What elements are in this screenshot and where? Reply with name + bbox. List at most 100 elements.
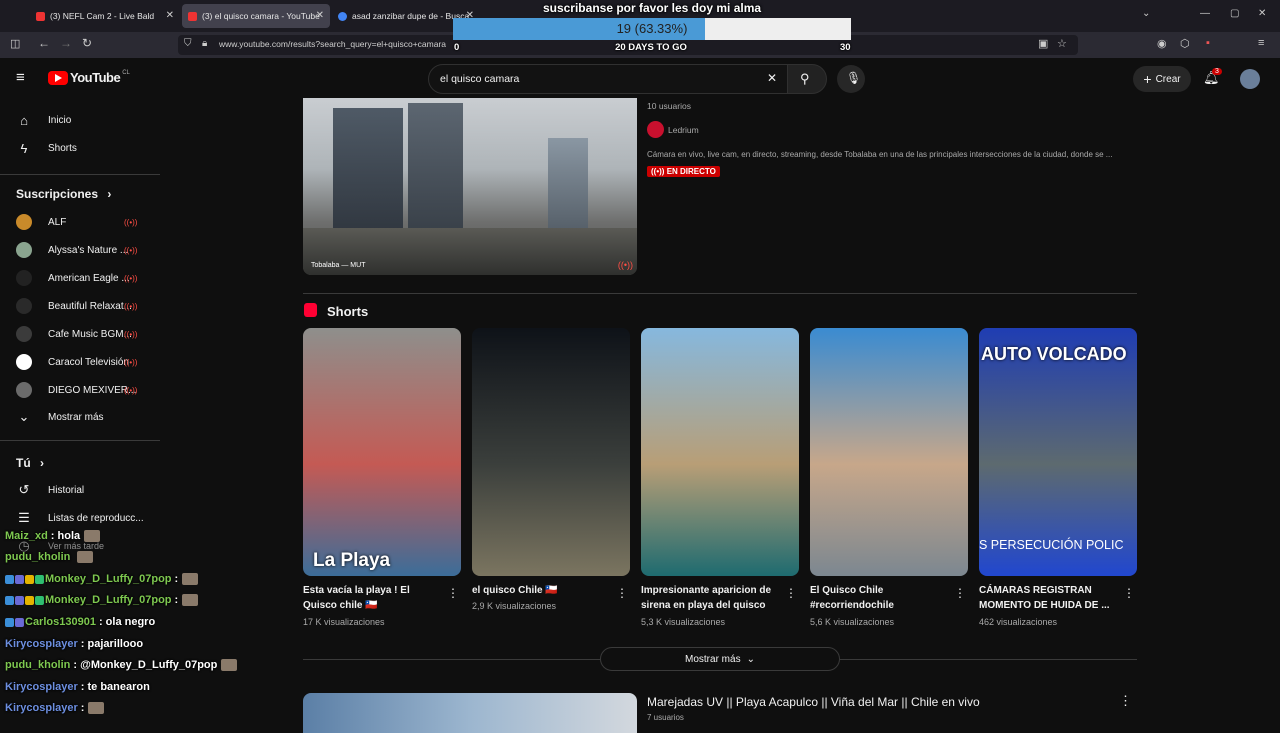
chat-message: Maiz_xd: hola — [5, 530, 101, 543]
sidebar-item-sub[interactable]: American Eagle ... ((•)) — [0, 264, 160, 292]
sidebar-item-inicio[interactable]: ⌂ Inicio — [0, 106, 160, 134]
section-divider — [303, 659, 600, 660]
avatar[interactable] — [1240, 69, 1260, 89]
subscriptions-heading[interactable]: Suscripciones › — [16, 187, 111, 201]
short-views: 17 K visualizaciones — [303, 617, 385, 627]
forward-icon[interactable]: → — [60, 36, 72, 50]
tab-list-icon[interactable]: ⌄ — [1142, 8, 1150, 19]
chat-badge-icon — [35, 595, 44, 605]
sidebar-item-history[interactable]: ↺ Historial — [0, 476, 160, 504]
extension-badge-icon[interactable]: ▪ — [1206, 37, 1210, 49]
more-actions-icon[interactable]: ⋮ — [954, 586, 966, 600]
more-actions-icon[interactable]: ⋮ — [1123, 586, 1135, 600]
next-video-title[interactable]: Marejadas UV || Playa Acapulco || Viña d… — [647, 695, 980, 709]
short-title[interactable]: CÁMARAS REGISTRAN MOMENTO DE HUIDA DE ..… — [979, 583, 1119, 613]
more-actions-icon[interactable]: ⋮ — [447, 586, 459, 600]
live-indicator-icon: ((•)) — [124, 329, 138, 339]
channel-avatar[interactable] — [647, 121, 664, 138]
chevron-right-icon: › — [107, 187, 112, 201]
live-badge-label: EN DIRECTO — [666, 167, 716, 176]
short-views: 462 visualizaciones — [979, 617, 1058, 627]
microphone-icon: 🎙︎ — [846, 71, 862, 85]
search-button[interactable]: ⚲ — [787, 64, 827, 94]
chat-badge-icon — [5, 595, 14, 605]
live-icon: ((•)) — [617, 260, 633, 270]
short-thumbnail[interactable] — [472, 328, 630, 576]
short-thumbnail[interactable] — [810, 328, 968, 576]
short-title[interactable]: el quisco Chile 🇨🇱 — [472, 583, 612, 598]
reader-view-icon[interactable]: ▣ — [1038, 37, 1048, 50]
sidebar-item-sub[interactable]: Beautiful Relaxat... ((•)) — [0, 292, 160, 320]
search-input[interactable]: el quisco camara ✕ — [428, 64, 788, 94]
sidebar-item-sub[interactable]: Alyssa's Nature ... ((•)) — [0, 236, 160, 264]
channel-avatar — [16, 242, 32, 258]
sidebar-item-shorts[interactable]: ϟ Shorts — [0, 134, 160, 162]
sidebar-item-sub[interactable]: DIEGO MEXIVER... ((•)) — [0, 376, 160, 404]
clear-search-icon[interactable]: ✕ — [767, 71, 777, 85]
chat-text: : hola — [50, 530, 81, 542]
channel-avatar — [16, 270, 32, 286]
hamburger-menu-icon[interactable]: ≡ — [16, 69, 25, 86]
create-button[interactable]: + Crear — [1133, 66, 1191, 92]
sidebar-item-playlists[interactable]: ☰ Listas de reproducc... — [0, 504, 160, 532]
sidebar-show-more[interactable]: ⌄ Mostrar más — [0, 403, 160, 431]
extensions-icon[interactable]: ⬡ — [1180, 37, 1190, 50]
top-video-thumbnail[interactable]: Tobalaba — MUT ((•)) — [303, 98, 637, 275]
browser-tab-1[interactable]: (3) NEFL Cam 2 - Live Bald ✕ — [30, 4, 180, 28]
minimize-icon[interactable]: — — [1200, 8, 1210, 19]
maximize-icon[interactable]: ▢ — [1230, 8, 1239, 19]
sidebar-item-label: Inicio — [48, 114, 72, 126]
short-overlay-bottom-text: S PERSECUCIÓN POLIC — [979, 538, 1124, 552]
more-actions-icon[interactable]: ⋮ — [785, 586, 797, 600]
live-indicator-icon: ((•)) — [124, 273, 138, 283]
sidebar-item-label: Beautiful Relaxat... — [48, 300, 132, 312]
short-thumbnail[interactable]: La Playa — [303, 328, 461, 576]
more-actions-icon[interactable]: ⋮ — [1119, 693, 1132, 709]
short-title[interactable]: El Quisco Chile #recorriendochile — [810, 583, 950, 613]
goal-count: 19 (63.33%) — [616, 21, 688, 36]
you-heading[interactable]: Tú › — [16, 456, 44, 470]
short-thumbnail[interactable] — [641, 328, 799, 576]
chat-text: : pajarillooo — [80, 638, 144, 650]
voice-search-button[interactable]: 🎙︎ — [837, 65, 865, 93]
chat-emote-icon — [88, 702, 105, 715]
more-actions-icon[interactable]: ⋮ — [616, 586, 628, 600]
chat-message: Kirycosplayer: — [5, 702, 105, 715]
youtube-logo[interactable]: YouTube CL — [48, 70, 130, 85]
logo-text: YouTube — [70, 70, 121, 85]
top-video-meta: 10 usuarios — [647, 101, 691, 111]
chat-badge-icon — [5, 617, 14, 627]
short-title[interactable]: Impresionante aparicion de sirena en pla… — [641, 583, 781, 613]
reload-icon[interactable]: ↻ — [82, 36, 92, 50]
chat-message: Carlos130901: ola negro — [5, 616, 155, 628]
shield-icon[interactable]: ⛉ — [184, 38, 192, 49]
short-thumbnail[interactable]: AUTO VOLCADO S PERSECUCIÓN POLIC — [979, 328, 1137, 576]
sidebar-item-sub[interactable]: Cafe Music BGM... ((•)) — [0, 320, 160, 348]
chat-text: : ola negro — [98, 616, 156, 628]
show-more-shorts-button[interactable]: Mostrar más ⌄ — [600, 647, 840, 671]
bookmark-star-icon[interactable]: ☆ — [1057, 37, 1067, 50]
chat-username: Kirycosplayer — [5, 681, 78, 693]
chat-text: : te banearon — [80, 681, 150, 693]
sidebar-item-sub[interactable]: Caracol Televisión ((•)) — [0, 348, 160, 376]
home-icon: ⌂ — [20, 112, 28, 128]
short-title[interactable]: Esta vacía la playa ! El Quisco chile 🇨🇱 — [303, 583, 443, 613]
close-tab-icon[interactable]: ✕ — [316, 10, 324, 21]
chat-text: : — [80, 702, 85, 714]
next-video-thumbnail[interactable] — [303, 693, 637, 733]
browser-tab-2[interactable]: (3) el quisco camara - YouTube ✕ — [182, 4, 330, 28]
live-indicator-icon: ((•)) — [124, 217, 138, 227]
chat-username: pudu_kholin — [5, 659, 71, 671]
channel-avatar — [16, 214, 32, 230]
close-tab-icon[interactable]: ✕ — [166, 10, 174, 21]
sidebar-toggle-icon[interactable]: ◫ — [10, 37, 20, 50]
channel-avatar — [16, 382, 32, 398]
back-icon[interactable]: ← — [38, 36, 50, 50]
account-icon[interactable]: ◉ — [1157, 37, 1167, 50]
channel-name[interactable]: Ledrium — [668, 125, 699, 135]
chevron-right-icon: › — [40, 456, 45, 470]
chat-emote-icon — [77, 551, 94, 564]
menu-icon[interactable]: ≡ — [1258, 37, 1264, 49]
close-window-icon[interactable]: ✕ — [1258, 8, 1266, 19]
sidebar-item-sub[interactable]: ALF ((•)) — [0, 208, 160, 236]
